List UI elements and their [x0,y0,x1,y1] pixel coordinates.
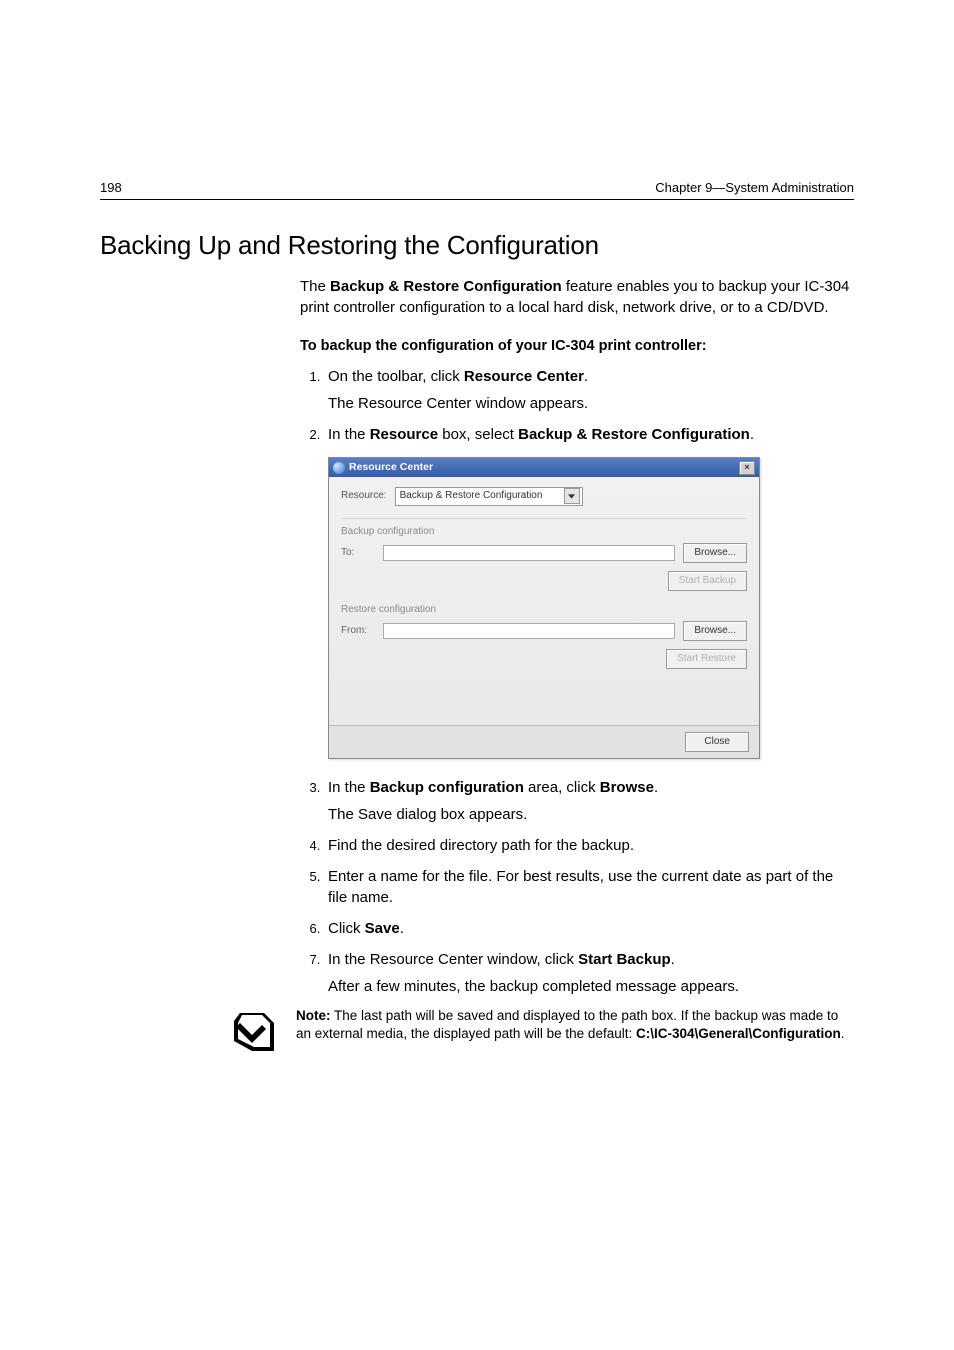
start-restore-button[interactable]: Start Restore [666,649,747,669]
step-4: Find the desired directory path for the … [324,835,854,856]
backup-to-input[interactable] [383,545,675,561]
resource-center-dialog: Resource Center × Resource: Backup & Res… [328,457,760,759]
resource-label: Resource: [341,489,387,503]
procedure-heading: To backup the configuration of your IC-3… [300,336,854,356]
start-backup-button[interactable]: Start Backup [668,571,747,591]
dialog-titlebar: Resource Center × [329,458,759,477]
step-3-result: The Save dialog box appears. [328,804,854,825]
restore-from-input[interactable] [383,623,675,639]
step-7-result: After a few minutes, the backup complete… [328,976,854,997]
restore-browse-button[interactable]: Browse... [683,621,747,641]
backup-browse-button[interactable]: Browse... [683,543,747,563]
intro-paragraph: The Backup & Restore Configuration featu… [300,276,854,318]
note-text: Note: The last path will be saved and di… [296,1007,854,1043]
resource-dropdown[interactable]: Backup & Restore Configuration [395,487,583,506]
step-3: In the Backup configuration area, click … [324,777,854,825]
chapter-label: Chapter 9—System Administration [655,180,854,195]
close-button[interactable]: Close [685,732,749,752]
step-2: In the Resource box, select Backup & Res… [324,424,854,759]
from-label: From: [341,624,375,638]
page-title: Backing Up and Restoring the Configurati… [100,230,854,261]
step-1-result: The Resource Center window appears. [328,393,854,414]
dialog-title-text: Resource Center [349,460,433,475]
page-number: 198 [100,180,122,195]
step-7: In the Resource Center window, click Sta… [324,949,854,997]
restore-section-label: Restore configuration [341,603,747,617]
to-label: To: [341,546,375,560]
step-6: Click Save. [324,918,854,939]
chevron-down-icon[interactable] [564,488,580,504]
resource-dropdown-value: Backup & Restore Configuration [400,489,543,503]
step-5: Enter a name for the file. For best resu… [324,866,854,908]
backup-section-label: Backup configuration [341,525,747,539]
step-1: On the toolbar, click Resource Center. T… [324,366,854,414]
note-icon [230,1007,278,1055]
app-icon [333,462,345,474]
page-header: 198 Chapter 9—System Administration [100,180,854,200]
close-icon[interactable]: × [739,461,755,475]
